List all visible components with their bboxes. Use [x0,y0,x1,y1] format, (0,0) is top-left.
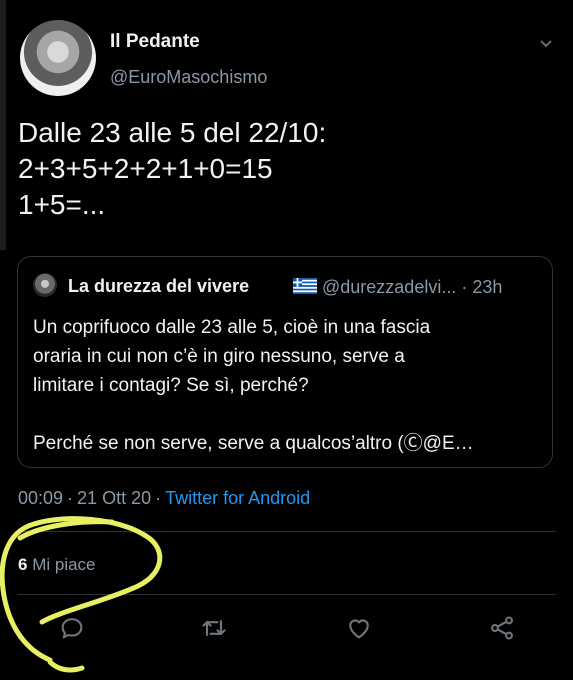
retweet-icon[interactable] [200,614,228,642]
greece-flag-icon [293,278,317,294]
divider [18,594,556,595]
quoted-handle[interactable]: @durezzadelvi... [322,277,456,297]
tweet-meta: 00:09 · 21 Ott 20 · Twitter for Android [18,488,311,508]
quoted-line [33,400,538,429]
tweet-time: 00:09 [18,488,64,508]
chevron-down-icon[interactable] [538,35,554,51]
share-icon[interactable] [488,614,516,642]
like-icon[interactable] [345,614,373,642]
reply-icon[interactable] [58,614,86,642]
likes-summary[interactable]: 6 Mi piace [18,555,96,575]
tweet-client-link[interactable]: Twitter for Android [165,488,310,508]
quoted-line: Perché se non serve, serve a qualcos’alt… [33,433,474,454]
left-edge-bar [0,0,6,250]
quoted-line: oraria in cui non c’è in giro nessuno, s… [33,346,405,367]
tweet-text: Dalle 23 alle 5 del 22/10: 2+3+5+2+2+1+0… [18,115,326,223]
quoted-name[interactable]: La durezza del vivere [68,276,249,297]
quoted-handle-line: @durezzadelvi... · 23h [322,277,503,297]
likes-label: Mi piace [32,555,96,574]
likes-count: 6 [18,555,28,574]
quoted-tweet[interactable]: La durezza del vivere @durezzadelvi... ·… [17,256,553,468]
author-handle[interactable]: @EuroMasochismo [110,67,267,88]
quoted-age: 23h [472,277,503,297]
tweet-line: Dalle 23 alle 5 del 22/10: [18,117,327,148]
tweet-line: 1+5=... [18,189,106,220]
author-name[interactable]: Il Pedante [110,31,200,53]
divider [18,531,556,532]
yellow-circle-highlight [0,516,163,673]
quoted-text: Un coprifuoco dalle 23 alle 5, cioè in u… [33,313,538,458]
tweet-line: 2+3+5+2+2+1+0=15 [18,153,273,184]
tweet-date: 21 Ott 20 [77,488,152,508]
quoted-line: Un coprifuoco dalle 23 alle 5, cioè in u… [33,317,431,338]
quoted-line: limitare i contagi? Se sì, perché? [33,375,309,396]
quoted-avatar[interactable] [33,273,57,297]
author-avatar[interactable] [20,20,96,96]
